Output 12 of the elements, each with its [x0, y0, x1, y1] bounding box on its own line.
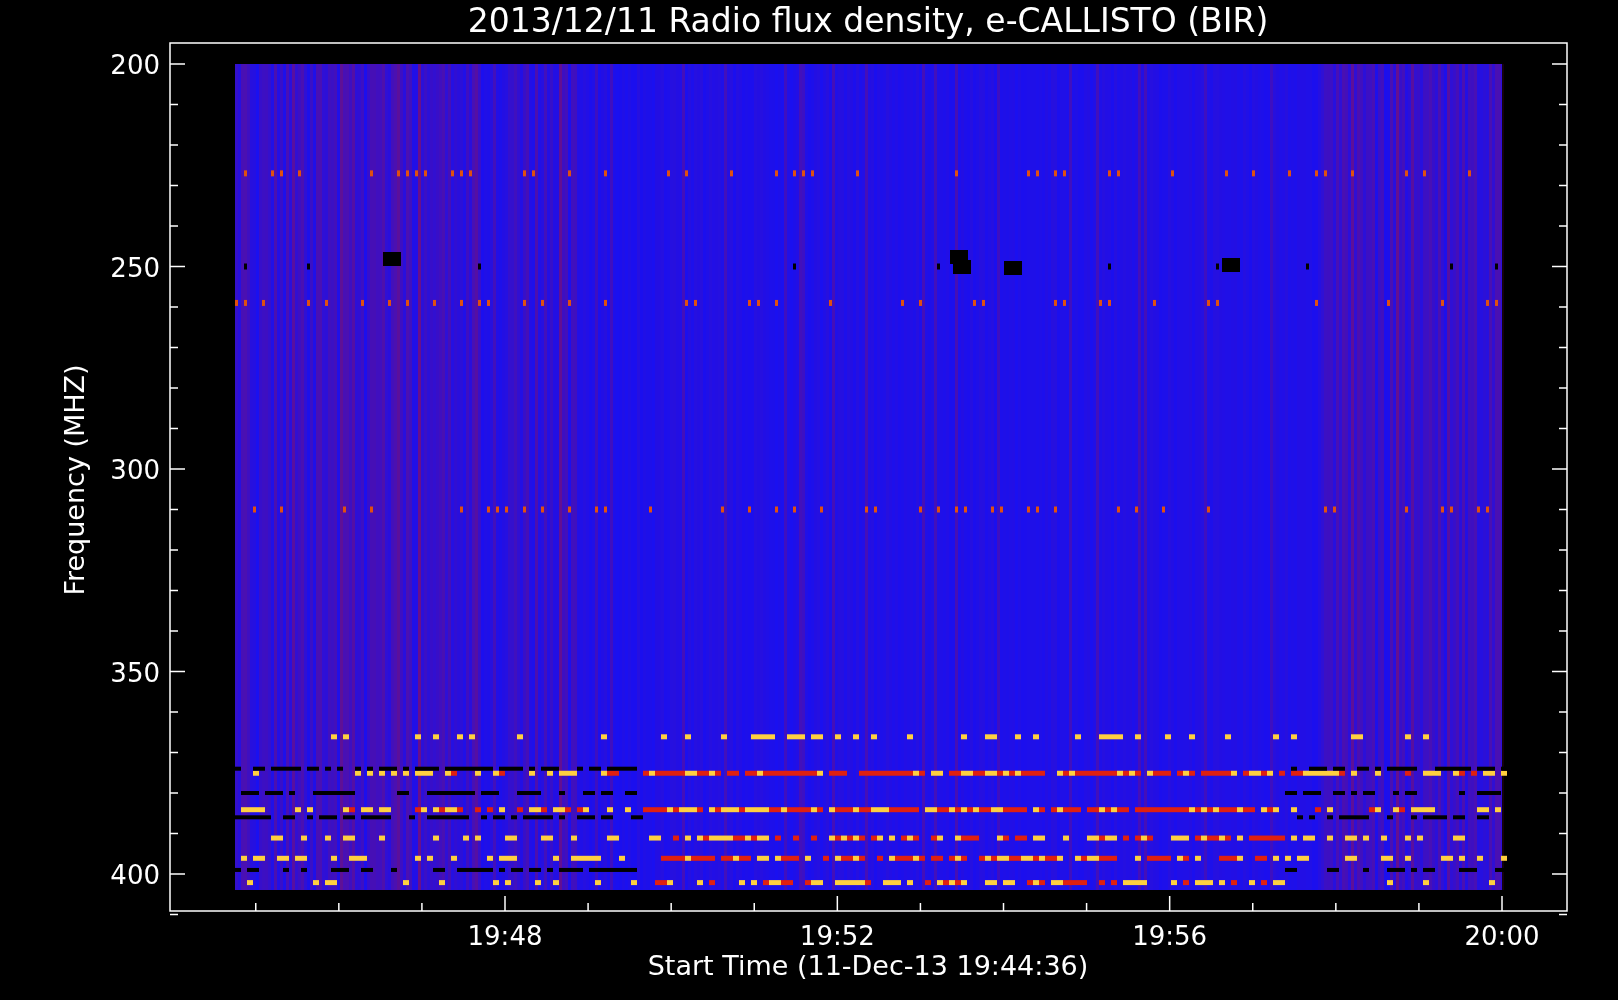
y-tick-label: 300	[110, 455, 160, 485]
y-tick-label: 250	[110, 252, 160, 283]
chart-title: 2013/12/11 Radio flux density, e-CALLISTO (BIR)	[467, 1, 1269, 40]
x-tick-label: 19:52	[799, 921, 875, 951]
y-tick-label: 400	[110, 860, 160, 890]
x-tick-label: 20:00	[1464, 921, 1540, 951]
x-axis-label: Start Time (11-Dec-13 19:44:36)	[647, 950, 1089, 981]
y-tick-label: 200	[110, 50, 160, 80]
x-tick-label: 19:48	[467, 921, 543, 951]
y-tick-label: 350	[110, 657, 160, 688]
y-axis-label: Frequency (MHZ)	[59, 364, 90, 596]
x-tick-label: 19:56	[1132, 921, 1208, 951]
